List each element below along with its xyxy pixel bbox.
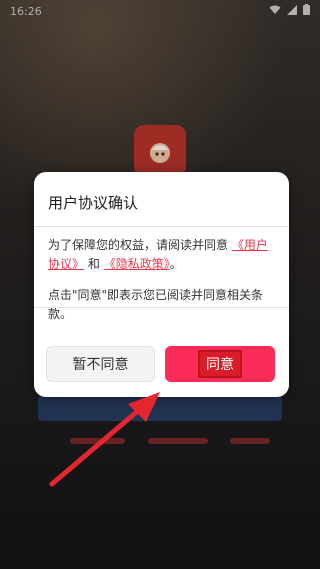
period-text: 。	[169, 257, 182, 271]
decline-button[interactable]: 暂不同意	[46, 346, 155, 382]
title-divider	[34, 226, 289, 227]
and-text: 和	[87, 257, 100, 271]
footer-divider	[34, 307, 289, 308]
dialog-body: 为了保障您的权益，请阅读并同意 《用户协议》 和 《隐私政策》。 点击"同意"即…	[48, 236, 273, 336]
decline-label: 暂不同意	[72, 357, 129, 373]
notice-paragraph: 点击"同意"即表示您已阅读并同意相关条款。	[48, 288, 264, 321]
agree-button[interactable]: 同意	[165, 346, 275, 382]
privacy-policy-link[interactable]: 《隐私政策》	[104, 257, 170, 271]
agree-label: 同意	[198, 350, 242, 378]
body-prefix: 为了保障您的权益，请阅读并同意	[48, 238, 229, 252]
agreement-paragraph: 为了保障您的权益，请阅读并同意 《用户协议》 和 《隐私政策》。	[48, 236, 273, 274]
dialog-title: 用户协议确认	[48, 194, 139, 212]
user-agreement-dialog: 用户协议确认 为了保障您的权益，请阅读并同意 《用户协议》 和 《隐私政策》。 …	[34, 172, 289, 397]
